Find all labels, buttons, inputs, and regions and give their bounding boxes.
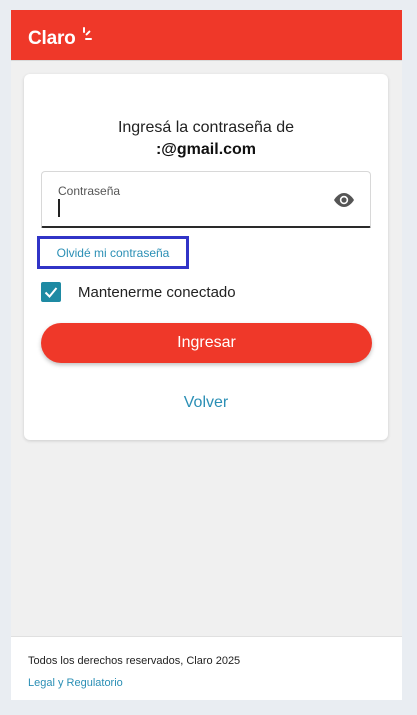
check-icon	[44, 287, 58, 298]
claro-logo[interactable]: Claro	[28, 27, 92, 51]
password-field[interactable]: Contraseña	[41, 171, 371, 228]
text-caret	[58, 199, 60, 217]
logo-text: Claro	[28, 28, 76, 49]
top-bar: Claro	[11, 10, 402, 61]
password-input[interactable]	[56, 198, 316, 220]
remember-me-label[interactable]: Mantenerme conectado	[78, 284, 236, 301]
footer: Todos los derechos reservados, Claro 202…	[11, 636, 402, 700]
eye-icon[interactable]	[332, 190, 356, 210]
login-button[interactable]: Ingresar	[41, 323, 372, 363]
account-email: :@gmail.com	[155, 141, 257, 158]
logo-rays-icon	[78, 27, 92, 45]
app-frame: Claro Ingresá la contraseña de :@gmail.c…	[11, 10, 402, 700]
forgot-password-link[interactable]: Olvidé mi contraseña	[57, 246, 170, 260]
remember-me-checkbox[interactable]	[41, 282, 61, 302]
login-card: Ingresá la contraseña de :@gmail.com Con…	[24, 74, 388, 440]
back-button[interactable]: Volver	[24, 394, 388, 412]
password-label: Contraseña	[58, 184, 121, 198]
legal-link[interactable]: Legal y Regulatorio	[28, 677, 123, 689]
password-prompt-title: Ingresá la contraseña de	[117, 119, 295, 136]
forgot-password-highlight: Olvidé mi contraseña	[37, 236, 189, 269]
copyright-text: Todos los derechos reservados, Claro 202…	[28, 655, 241, 667]
